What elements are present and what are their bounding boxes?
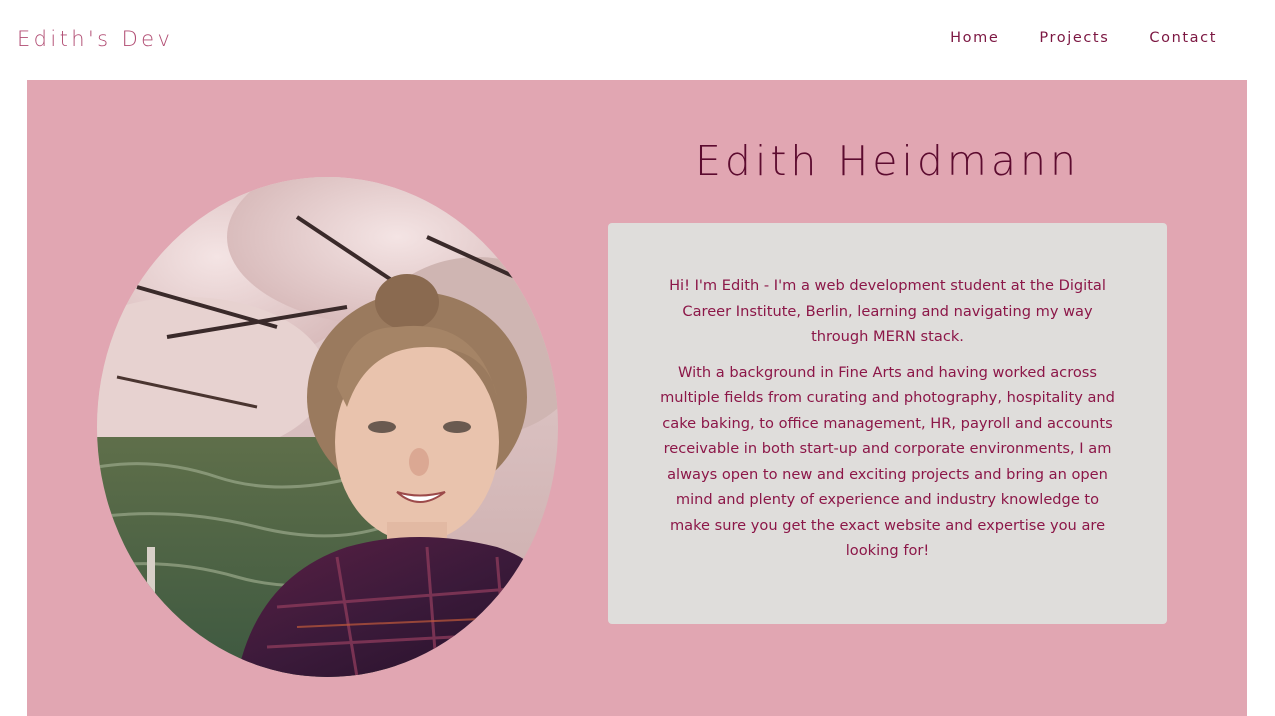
page-title: Edith Heidmann (695, 137, 1080, 185)
navbar: Edith's Dev Home Projects Contact (0, 0, 1275, 80)
about-paragraph-intro: Hi! I'm Edith - I'm a web development st… (669, 277, 1106, 345)
nav-link-projects[interactable]: Projects (1039, 30, 1109, 46)
nav-link-home[interactable]: Home (950, 30, 999, 46)
hero-section: Edith Heidmann Hi! I'm Edith - I'm a web… (27, 80, 1247, 716)
about-card: Hi! I'm Edith - I'm a web development st… (608, 223, 1167, 624)
portrait-photo (97, 177, 558, 677)
brand-logo[interactable]: Edith's Dev (17, 27, 173, 51)
nav-link-contact[interactable]: Contact (1149, 30, 1217, 46)
nav-links: Home Projects Contact (910, 30, 1217, 46)
about-paragraph-background: With a background in Fine Arts and havin… (660, 363, 1115, 560)
